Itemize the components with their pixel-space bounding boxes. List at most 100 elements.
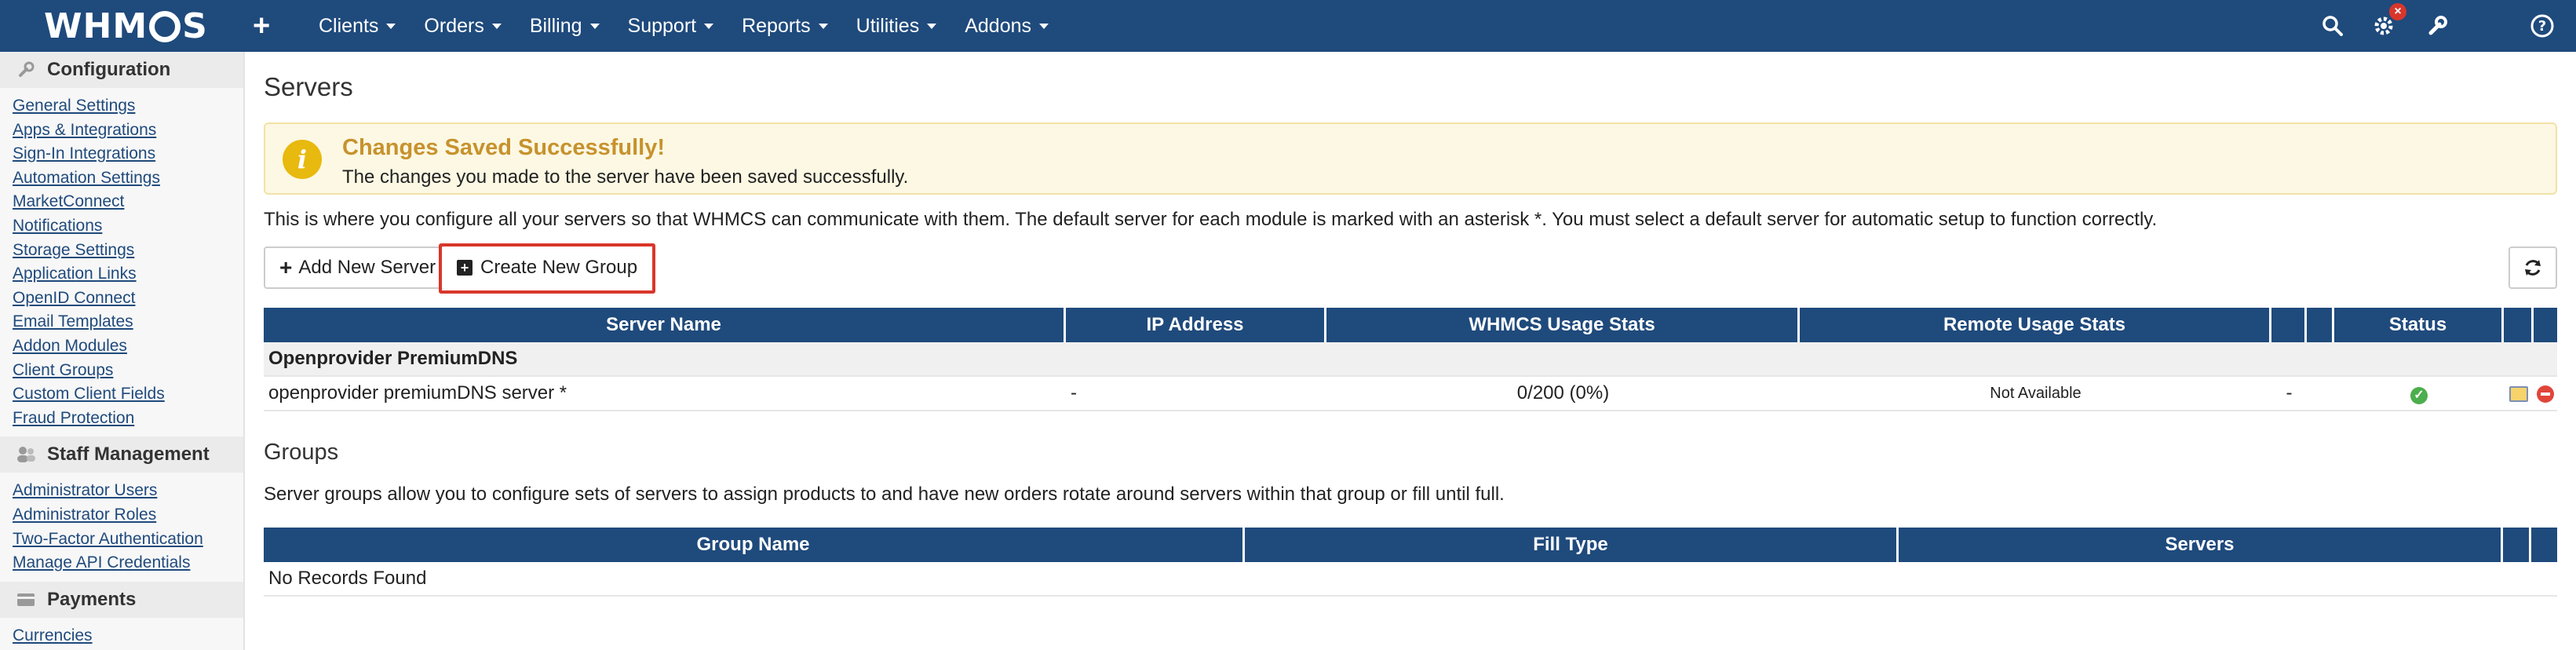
nav-reports-label: Reports (742, 14, 811, 37)
table-row: No Records Found (264, 562, 2557, 597)
delete-icon[interactable] (2537, 385, 2554, 403)
nav-orders-label: Orders (424, 14, 484, 37)
top-navbar: WHM S + Clients Orders Billing Support Re… (0, 0, 2576, 52)
sidebar-link-storage-settings[interactable]: Storage Settings (13, 239, 243, 263)
servers-table: Server Name IP Address WHMCS Usage Stats… (264, 308, 2557, 411)
whmcs-logo[interactable]: WHM S (44, 6, 208, 46)
sidebar-link-apps-integrations[interactable]: Apps & Integrations (13, 119, 243, 143)
sidebar-link-email-templates[interactable]: Email Templates (13, 310, 243, 334)
edit-cell (2504, 377, 2534, 411)
nav-support-label: Support (627, 14, 697, 37)
help-icon[interactable]: ? (2529, 13, 2556, 39)
sidebar-link-manage-api-credentials[interactable]: Manage API Credentials (13, 551, 243, 575)
column-header-fill-type[interactable]: Fill Type (1245, 528, 1899, 562)
nav-utilities[interactable]: Utilities (842, 0, 951, 52)
sidebar-link-application-links[interactable]: Application Links (13, 262, 243, 287)
plus-icon: + (279, 255, 293, 279)
nav-clients-label: Clients (319, 14, 379, 37)
gear-icon[interactable]: × (2370, 3, 2406, 39)
nav-addons[interactable]: Addons (950, 0, 1063, 52)
column-header-remote-usage[interactable]: Remote Usage Stats (1800, 308, 2271, 342)
column-header-blank (2504, 308, 2534, 342)
credit-card-icon (16, 590, 36, 610)
sidebar-list-payments: Currencies (0, 618, 243, 650)
ip-address-cell: - (1066, 377, 1326, 411)
column-header-status[interactable]: Status (2334, 308, 2504, 342)
sidebar-link-client-groups[interactable]: Client Groups (13, 359, 243, 383)
sidebar-heading-payments: Payments (0, 581, 243, 618)
sidebar-heading-staff-management: Staff Management (0, 436, 243, 473)
sidebar-list-staff-management: Administrator Users Administrator Roles … (0, 473, 243, 581)
column-header-ip-address[interactable]: IP Address (1066, 308, 1326, 342)
alert-title: Changes Saved Successfully! (342, 135, 665, 160)
refresh-button[interactable] (2508, 246, 2557, 289)
refresh-icon (2525, 260, 2541, 276)
column-header-blank (2534, 308, 2557, 342)
sidebar-link-two-factor-authentication[interactable]: Two-Factor Authentication (13, 528, 243, 552)
sidebar-list-configuration: General Settings Apps & Integrations Sig… (0, 88, 243, 436)
column-header-servers[interactable]: Servers (1899, 528, 2503, 562)
sidebar-link-automation-settings[interactable]: Automation Settings (13, 166, 243, 191)
no-records-cell: No Records Found (264, 562, 2557, 597)
logo-text-right: S (182, 5, 208, 46)
check-circle-icon: ✓ (2410, 387, 2428, 404)
group-row: Openprovider PremiumDNS (264, 342, 2557, 377)
nav-addons-label: Addons (965, 14, 1032, 37)
nav-billing-label: Billing (529, 14, 582, 37)
column-header-whmcs-usage[interactable]: WHMCS Usage Stats (1326, 308, 1800, 342)
column-header-server-name[interactable]: Server Name (264, 308, 1066, 342)
sidebar: Configuration General Settings Apps & In… (0, 52, 245, 650)
svg-text:?: ? (2538, 18, 2546, 35)
remote-usage-cell: Not Available (1800, 377, 2271, 411)
plus-icon[interactable]: + (253, 9, 270, 43)
nav-utilities-label: Utilities (856, 14, 920, 37)
search-icon[interactable] (2319, 13, 2346, 39)
sidebar-link-administrator-users[interactable]: Administrator Users (13, 479, 243, 503)
groups-title: Groups (264, 440, 339, 465)
nav-billing[interactable]: Billing (516, 0, 614, 52)
sidebar-heading-label: Configuration (47, 59, 171, 80)
table-header-row: Server Name IP Address WHMCS Usage Stats… (264, 308, 2557, 342)
whmcs-usage-cell: 0/200 (0%) (1326, 377, 1800, 411)
sidebar-link-general-settings[interactable]: General Settings (13, 94, 243, 119)
chevron-down-icon (927, 23, 937, 29)
highlight-box (439, 243, 655, 294)
edit-icon[interactable] (2509, 385, 2528, 402)
nav-clients[interactable]: Clients (305, 0, 410, 52)
column-header-group-name[interactable]: Group Name (264, 528, 1245, 562)
sidebar-link-fraud-protection[interactable]: Fraud Protection (13, 407, 243, 431)
sidebar-link-notifications[interactable]: Notifications (13, 214, 243, 239)
column-header-blank (2307, 308, 2334, 342)
alert-text: The changes you made to the server have … (342, 166, 909, 188)
server-name-link[interactable]: openprovider premiumDNS server * (264, 377, 1066, 411)
wrench-icon[interactable] (2424, 13, 2450, 39)
info-icon: i (283, 140, 322, 179)
column-header-blank (2271, 308, 2307, 342)
wrench-icon (16, 60, 36, 80)
groups-table: Group Name Fill Type Servers No Records … (264, 528, 2557, 597)
sidebar-link-openid-connect[interactable]: OpenID Connect (13, 287, 243, 311)
nav-support[interactable]: Support (614, 0, 728, 52)
sidebar-heading-label: Payments (47, 588, 137, 610)
sidebar-heading-configuration: Configuration (0, 52, 243, 88)
groups-description: Server groups allow you to configure set… (264, 484, 1505, 505)
chevron-down-icon (491, 23, 502, 29)
logo-text-left: WHM (44, 5, 148, 46)
nav-reports[interactable]: Reports (728, 0, 842, 52)
add-new-server-button[interactable]: + Add New Server (264, 246, 452, 289)
sidebar-link-currencies[interactable]: Currencies (13, 624, 243, 648)
sidebar-link-sign-in-integrations[interactable]: Sign-In Integrations (13, 142, 243, 166)
sidebar-link-marketconnect[interactable]: MarketConnect (13, 190, 243, 214)
chevron-down-icon (589, 23, 600, 29)
sidebar-link-addon-modules[interactable]: Addon Modules (13, 334, 243, 359)
intro-text: This is where you configure all your ser… (264, 209, 2158, 230)
add-new-server-label: Add New Server (298, 257, 436, 278)
notification-badge: × (2389, 3, 2406, 20)
nav-orders[interactable]: Orders (410, 0, 515, 52)
sidebar-link-custom-client-fields[interactable]: Custom Client Fields (13, 382, 243, 407)
delete-cell (2534, 377, 2557, 411)
logo-gear-icon (149, 11, 181, 42)
users-icon (16, 444, 36, 465)
sidebar-link-administrator-roles[interactable]: Administrator Roles (13, 503, 243, 528)
column-header-blank (2503, 528, 2531, 562)
